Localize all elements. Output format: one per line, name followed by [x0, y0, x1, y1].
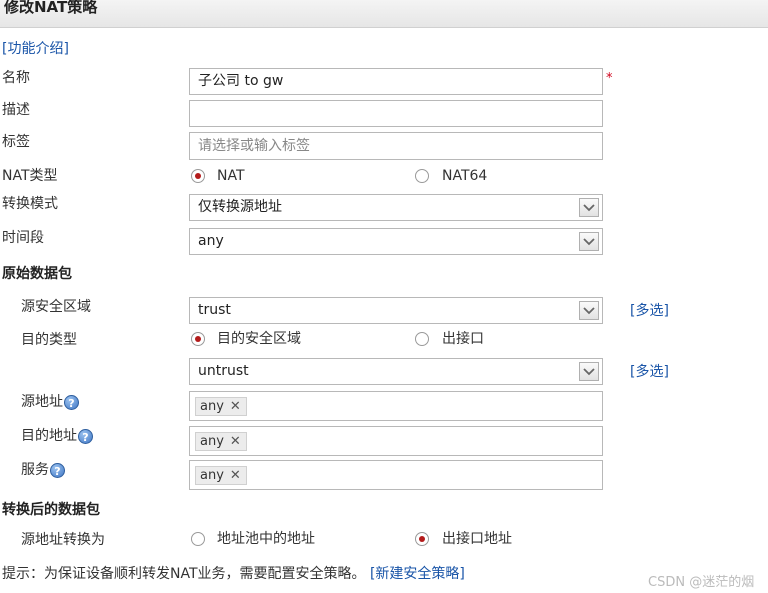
chevron-down-icon[interactable]: [579, 362, 599, 381]
translated-packet-section-title: 转换后的数据包: [2, 502, 100, 518]
dst-type-label: 目的类型: [21, 332, 77, 348]
description-label: 描述: [2, 102, 30, 118]
description-field[interactable]: [189, 100, 603, 127]
tag-input[interactable]: 请选择或输入标签: [189, 132, 603, 160]
intro-link[interactable]: [功能介绍]: [2, 38, 69, 58]
dst-type-zone-label: 目的安全区域: [217, 331, 301, 347]
original-packet-section-title: 原始数据包: [2, 266, 72, 282]
service-label-row: 服务?: [21, 461, 65, 479]
service-label: 服务: [21, 462, 49, 478]
footer-hint: 提示：为保证设备顺利转发NAT业务，需要配置安全策略。: [2, 566, 366, 582]
mode-label: 转换模式: [2, 196, 58, 212]
translate-pool-label: 地址池中的地址: [217, 531, 315, 547]
help-icon[interactable]: ?: [50, 462, 65, 478]
translate-interface-label: 出接口地址: [442, 531, 512, 547]
src-zone-multi-select-link[interactable]: [多选]: [630, 300, 669, 320]
nat-type-label: NAT类型: [2, 168, 58, 184]
src-translate-label: 源地址转换为: [21, 532, 105, 548]
src-addr-label-row: 源地址?: [21, 393, 79, 411]
translate-pool-radio[interactable]: [191, 532, 205, 546]
help-icon[interactable]: ?: [64, 394, 79, 410]
translate-interface-radio[interactable]: [415, 532, 429, 546]
nat-type-nat64-label: NAT64: [442, 168, 488, 184]
close-icon[interactable]: ✕: [230, 467, 241, 484]
title-bar: 修改NAT策略: [0, 0, 768, 28]
dst-addr-tag-text: any: [200, 434, 224, 449]
help-icon[interactable]: ?: [78, 428, 93, 444]
service-tag-text: any: [200, 468, 224, 483]
required-mark: *: [606, 71, 613, 86]
dst-addr-field[interactable]: any ✕: [189, 426, 603, 456]
src-addr-tag-text: any: [200, 399, 224, 414]
dst-addr-label: 目的地址: [21, 428, 77, 444]
src-zone-value: trust: [198, 302, 231, 318]
src-addr-label: 源地址: [21, 394, 63, 410]
dst-addr-label-row: 目的地址?: [21, 427, 93, 445]
chevron-down-icon[interactable]: [579, 198, 599, 217]
src-addr-tag: any ✕: [195, 397, 247, 416]
name-field[interactable]: 子公司 to gw: [189, 68, 603, 95]
time-value: any: [198, 233, 224, 249]
dst-addr-tag: any ✕: [195, 432, 247, 451]
service-tag: any ✕: [195, 466, 247, 485]
dst-zone-select[interactable]: untrust: [189, 358, 603, 385]
tag-label: 标签: [2, 134, 30, 150]
close-icon[interactable]: ✕: [230, 398, 241, 415]
dst-type-interface-label: 出接口: [442, 331, 484, 347]
watermark: CSDN @迷茫的烟: [648, 575, 755, 590]
nat-type-nat-label: NAT: [217, 168, 245, 184]
dst-zone-multi-select-link[interactable]: [多选]: [630, 361, 669, 381]
new-security-policy-link[interactable]: [新建安全策略]: [370, 566, 465, 582]
src-zone-label: 源安全区域: [21, 299, 91, 315]
service-field[interactable]: any ✕: [189, 460, 603, 490]
mode-value: 仅转换源地址: [198, 199, 282, 215]
src-addr-field[interactable]: any ✕: [189, 391, 603, 421]
chevron-down-icon[interactable]: [579, 232, 599, 251]
footer-hint-row: 提示：为保证设备顺利转发NAT业务，需要配置安全策略。 [新建安全策略]: [2, 565, 465, 583]
name-label: 名称: [2, 70, 30, 86]
chevron-down-icon[interactable]: [579, 301, 599, 320]
nat-type-nat64-radio[interactable]: [415, 169, 429, 183]
src-zone-select[interactable]: trust: [189, 297, 603, 324]
dst-type-zone-radio[interactable]: [191, 332, 205, 346]
page-title: 修改NAT策略: [4, 0, 98, 16]
nat-type-nat-radio[interactable]: [191, 169, 205, 183]
close-icon[interactable]: ✕: [230, 433, 241, 450]
time-select[interactable]: any: [189, 228, 603, 255]
time-label: 时间段: [2, 230, 44, 246]
mode-select[interactable]: 仅转换源地址: [189, 194, 603, 221]
dst-type-interface-radio[interactable]: [415, 332, 429, 346]
dst-zone-value: untrust: [198, 363, 249, 379]
